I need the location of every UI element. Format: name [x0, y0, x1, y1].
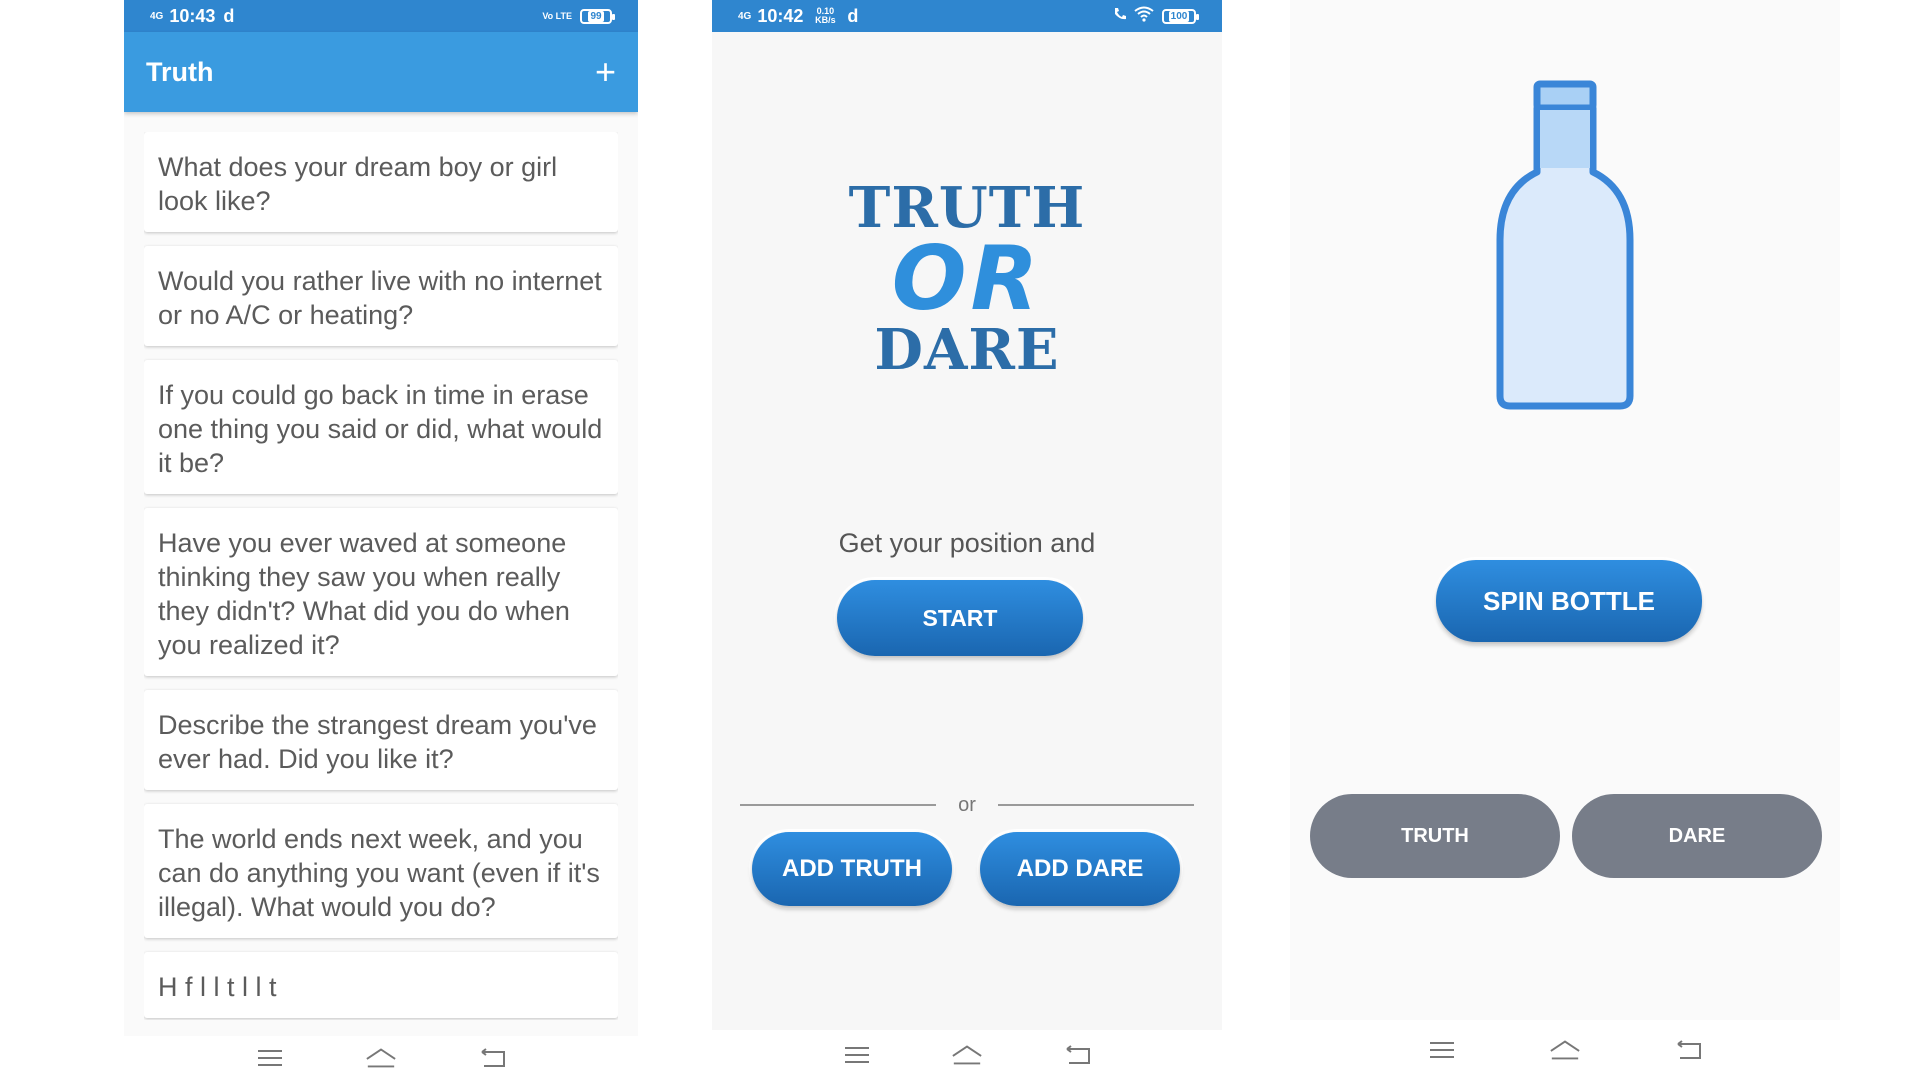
list-item[interactable]: If you could go back in time in erase on… — [144, 360, 618, 494]
battery-icon: 99 — [580, 8, 615, 24]
network-indicator: 4G — [738, 10, 752, 22]
add-icon[interactable]: + — [595, 54, 616, 90]
divider-line — [997, 804, 1195, 806]
app-logo: TRUTH OR DARE — [712, 178, 1222, 380]
tagline-text: Get your position and — [838, 528, 1096, 558]
list-item[interactable]: H f l l t l l t — [144, 952, 618, 1018]
system-nav-bar — [712, 1030, 1222, 1080]
home-icon[interactable] — [365, 1046, 397, 1070]
menu-icon[interactable] — [1426, 1038, 1458, 1062]
volte-indicator: Vo LTE — [542, 10, 572, 21]
list-item[interactable]: Would you rather live with no internet o… — [144, 246, 618, 346]
home-screen: 4G 10:42 0.10 KB/s d 100 TRUTH OR DARE G… — [712, 0, 1222, 1080]
bottle-icon[interactable] — [1490, 80, 1640, 420]
add-truth-button[interactable]: ADD TRUTH — [752, 832, 952, 906]
dare-button[interactable]: DARE — [1572, 794, 1822, 878]
page-title: Truth — [146, 56, 214, 87]
list-item[interactable]: The world ends next week, and you can do… — [144, 804, 618, 938]
system-nav-bar — [1290, 1020, 1840, 1080]
truth-list-screen: 4G 10:43 d Vo LTE 99 Truth + What does y… — [124, 0, 638, 1080]
wifi-icon — [1134, 6, 1154, 27]
call-icon — [1112, 6, 1128, 27]
app-bar: Truth + — [124, 32, 638, 112]
spin-bottle-button[interactable]: SPIN BOTTLE — [1436, 560, 1702, 642]
truth-button[interactable]: TRUTH — [1310, 794, 1560, 878]
list-item[interactable]: Have you ever waved at someone thinking … — [144, 508, 618, 676]
logo-dare: DARE — [874, 317, 1060, 383]
network-indicator: 4G — [150, 10, 164, 22]
system-nav-bar — [124, 1036, 638, 1080]
network-speed: 0.10 KB/s — [815, 6, 836, 25]
battery-icon: 100 — [1162, 8, 1199, 24]
back-icon[interactable] — [1672, 1038, 1704, 1062]
status-time: 10:42 — [757, 5, 804, 26]
back-icon[interactable] — [476, 1046, 508, 1070]
status-bar: 4G 10:43 d Vo LTE 99 — [124, 0, 638, 32]
divider-line — [740, 804, 937, 806]
status-carrier: d — [847, 5, 859, 26]
list-item[interactable]: Describe the strangest dream you've ever… — [144, 690, 618, 790]
start-button[interactable]: START — [837, 580, 1083, 656]
logo-or: OR — [891, 227, 1043, 330]
question-list[interactable]: What does your dream boy or girl look li… — [144, 132, 618, 1020]
status-carrier: d — [223, 5, 235, 26]
or-label: or — [958, 793, 976, 816]
status-bar: 4G 10:42 0.10 KB/s d 100 — [712, 0, 1222, 32]
menu-icon[interactable] — [254, 1046, 286, 1070]
spin-bottle-screen: SPIN BOTTLE TRUTH DARE — [1290, 0, 1840, 1080]
list-item[interactable]: What does your dream boy or girl look li… — [144, 132, 618, 232]
back-icon[interactable] — [1061, 1043, 1093, 1067]
home-icon[interactable] — [1549, 1038, 1581, 1062]
menu-icon[interactable] — [841, 1043, 873, 1067]
home-icon[interactable] — [951, 1043, 983, 1067]
or-divider: or — [740, 790, 1195, 820]
status-time: 10:43 — [169, 5, 216, 26]
add-dare-button[interactable]: ADD DARE — [980, 832, 1180, 906]
